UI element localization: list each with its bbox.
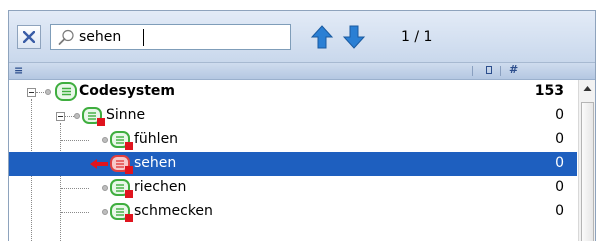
code-icon bbox=[82, 107, 105, 126]
code-system-panel: 1 / 1 ≡ # Codesystem 153 bbox=[8, 10, 596, 241]
scroll-up-button[interactable] bbox=[579, 80, 595, 97]
tree-row-count: 0 bbox=[555, 155, 564, 171]
scroll-up-arrow-icon bbox=[583, 86, 592, 91]
code-icon bbox=[110, 203, 133, 222]
tree-row-sinne[interactable]: Sinne 0 bbox=[9, 104, 577, 128]
code-system-icon bbox=[55, 82, 77, 101]
tree-row-label: sehen bbox=[134, 155, 177, 171]
tree-row-count: 153 bbox=[534, 83, 564, 99]
tree-row-count: 0 bbox=[555, 203, 564, 219]
vertical-scrollbar[interactable] bbox=[578, 80, 595, 241]
tree-row-label: Codesystem bbox=[79, 83, 175, 99]
tree-row-riechen[interactable]: riechen 0 bbox=[9, 176, 577, 200]
code-tree: Codesystem 153 Sinne 0 fühlen 0 sehen 0 … bbox=[9, 80, 577, 241]
search-box[interactable] bbox=[50, 24, 291, 50]
node-dot-icon bbox=[102, 137, 108, 143]
tree-row-count: 0 bbox=[555, 179, 564, 195]
tree-row-label: Sinne bbox=[106, 107, 146, 123]
square-icon bbox=[486, 66, 492, 74]
tree-row-label: riechen bbox=[134, 179, 187, 195]
node-dot-icon bbox=[45, 89, 51, 95]
arrow-up-icon bbox=[310, 25, 334, 49]
magnifier-icon bbox=[58, 29, 74, 45]
collapse-toggle[interactable] bbox=[56, 112, 65, 121]
match-counter: 1 / 1 bbox=[401, 29, 433, 45]
next-match-button[interactable] bbox=[342, 24, 366, 50]
text-caret bbox=[143, 29, 144, 46]
tree-view-icon: ≡ bbox=[14, 64, 24, 77]
search-hit-arrow-icon bbox=[90, 159, 108, 169]
code-icon bbox=[110, 155, 133, 174]
column-separator bbox=[500, 66, 501, 76]
previous-match-button[interactable] bbox=[310, 24, 334, 50]
tree-row-fuehlen[interactable]: fühlen 0 bbox=[9, 128, 577, 152]
node-dot-icon bbox=[102, 185, 108, 191]
column-separator bbox=[472, 66, 473, 76]
column-header: ≡ # bbox=[9, 63, 595, 80]
tree-row-count: 0 bbox=[555, 131, 564, 147]
search-input[interactable] bbox=[79, 27, 284, 47]
collapse-toggle[interactable] bbox=[27, 88, 36, 97]
tree-row-schmecken[interactable]: schmecken 0 bbox=[9, 200, 577, 224]
tree-row-label: schmecken bbox=[134, 203, 213, 219]
close-search-button[interactable] bbox=[17, 25, 41, 49]
tree-row-codesystem[interactable]: Codesystem 153 bbox=[9, 80, 577, 104]
node-dot-icon bbox=[74, 113, 80, 119]
close-x-icon bbox=[23, 31, 35, 43]
code-icon bbox=[110, 179, 133, 198]
arrow-down-icon bbox=[342, 25, 366, 49]
code-icon bbox=[110, 131, 133, 150]
search-toolbar: 1 / 1 bbox=[9, 11, 595, 63]
tree-row-count: 0 bbox=[555, 107, 564, 123]
tree-row-label: fühlen bbox=[134, 131, 179, 147]
scrollbar-thumb[interactable] bbox=[581, 102, 594, 241]
count-column-header[interactable]: # bbox=[509, 63, 518, 76]
node-dot-icon bbox=[102, 209, 108, 215]
tree-row-sehen[interactable]: sehen 0 bbox=[9, 152, 577, 176]
